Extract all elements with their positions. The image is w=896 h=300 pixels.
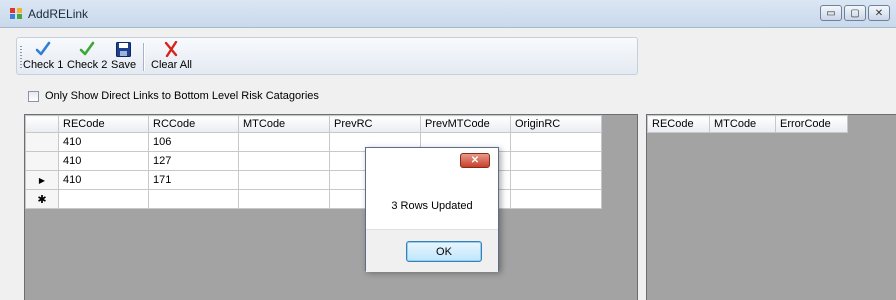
minimize-button[interactable]: ▭	[820, 5, 842, 21]
column-header-rccode[interactable]: RCCode	[148, 115, 239, 133]
ok-button[interactable]: OK	[406, 241, 482, 262]
window-controls: ▭ ▢ ✕	[820, 5, 890, 21]
new-row-asterisk-icon[interactable]: ✱	[25, 189, 59, 209]
filter-checkbox-label[interactable]: Only Show Direct Links to Bottom Level R…	[45, 90, 319, 102]
cell-recode[interactable]: 410	[58, 151, 149, 171]
window-title: AddRELink	[28, 7, 89, 21]
checkmark-blue-icon	[35, 40, 51, 58]
cell-rccode[interactable]: 106	[148, 132, 239, 152]
right-grid-header-row: RECode MTCode ErrorCode	[647, 115, 848, 133]
column-header-recode[interactable]: RECode	[647, 115, 710, 133]
row-header[interactable]	[25, 151, 59, 171]
column-header-mtcode[interactable]: MTCode	[238, 115, 330, 133]
clear-all-button[interactable]: Clear All	[151, 40, 192, 71]
check1-button[interactable]: Check 1	[23, 40, 63, 71]
cell-originrc[interactable]	[510, 151, 602, 171]
cell-mtcode[interactable]	[238, 170, 330, 190]
table-row[interactable]: 410 106	[25, 132, 602, 152]
close-button[interactable]: ✕	[868, 5, 890, 21]
checkmark-green-icon	[79, 40, 95, 58]
table-row[interactable]: 410 127	[25, 151, 602, 171]
check2-button[interactable]: Check 2	[67, 40, 107, 71]
column-header-prevmtcode[interactable]: PrevMTCode	[420, 115, 511, 133]
table-row[interactable]: ▶ 410 171	[25, 170, 602, 190]
save-label: Save	[111, 59, 137, 71]
cell-recode[interactable]: 410	[58, 170, 149, 190]
toolbar: Check 1 Check 2 Save Clear All	[16, 37, 638, 75]
cell-mtcode[interactable]	[238, 151, 330, 171]
right-data-grid[interactable]: RECode MTCode ErrorCode	[646, 114, 896, 300]
clear-all-label: Clear All	[151, 59, 192, 71]
row-header[interactable]	[25, 132, 59, 152]
check2-label: Check 2	[67, 59, 108, 71]
column-header-recode[interactable]: RECode	[58, 115, 149, 133]
message-dialog: ✕ 3 Rows Updated OK	[365, 147, 499, 272]
new-cell[interactable]	[58, 189, 149, 209]
cell-recode[interactable]: 410	[58, 132, 149, 152]
dialog-footer: OK	[366, 229, 498, 272]
cell-rccode[interactable]: 171	[148, 170, 239, 190]
dialog-message: 3 Rows Updated	[391, 200, 473, 212]
floppy-disk-icon	[116, 40, 132, 58]
left-data-grid[interactable]: RECode RCCode MTCode PrevRC PrevMTCode O…	[24, 114, 638, 300]
new-cell[interactable]	[148, 189, 239, 209]
current-row-indicator-icon[interactable]: ▶	[25, 170, 59, 190]
maximize-button[interactable]: ▢	[844, 5, 866, 21]
new-cell[interactable]	[238, 189, 330, 209]
filter-checkbox[interactable]	[28, 90, 39, 102]
toolbar-separator	[143, 43, 145, 71]
cell-originrc[interactable]	[510, 132, 602, 152]
right-grid-table: RECode MTCode ErrorCode	[647, 115, 848, 133]
cell-mtcode[interactable]	[238, 132, 330, 152]
column-header-originrc[interactable]: OriginRC	[510, 115, 602, 133]
column-header-errorcode[interactable]: ErrorCode	[775, 115, 848, 133]
dialog-close-button[interactable]: ✕	[460, 153, 490, 168]
column-header-prevrc[interactable]: PrevRC	[329, 115, 421, 133]
save-button[interactable]: Save	[111, 40, 136, 71]
left-grid-header-row: RECode RCCode MTCode PrevRC PrevMTCode O…	[25, 115, 602, 133]
new-row[interactable]: ✱	[25, 189, 602, 209]
check1-label: Check 1	[23, 59, 64, 71]
cell-originrc[interactable]	[510, 170, 602, 190]
app-icon	[10, 8, 23, 20]
new-cell[interactable]	[510, 189, 602, 209]
cell-rccode[interactable]: 127	[148, 151, 239, 171]
red-x-icon	[164, 40, 178, 58]
filter-checkbox-row[interactable]: Only Show Direct Links to Bottom Level R…	[28, 90, 319, 102]
row-header-corner[interactable]	[25, 115, 59, 133]
toolbar-grip[interactable]	[20, 46, 22, 68]
title-bar: AddRELink ▭ ▢ ✕	[0, 0, 896, 28]
left-grid-table: RECode RCCode MTCode PrevRC PrevMTCode O…	[25, 115, 602, 209]
column-header-mtcode[interactable]: MTCode	[709, 115, 776, 133]
